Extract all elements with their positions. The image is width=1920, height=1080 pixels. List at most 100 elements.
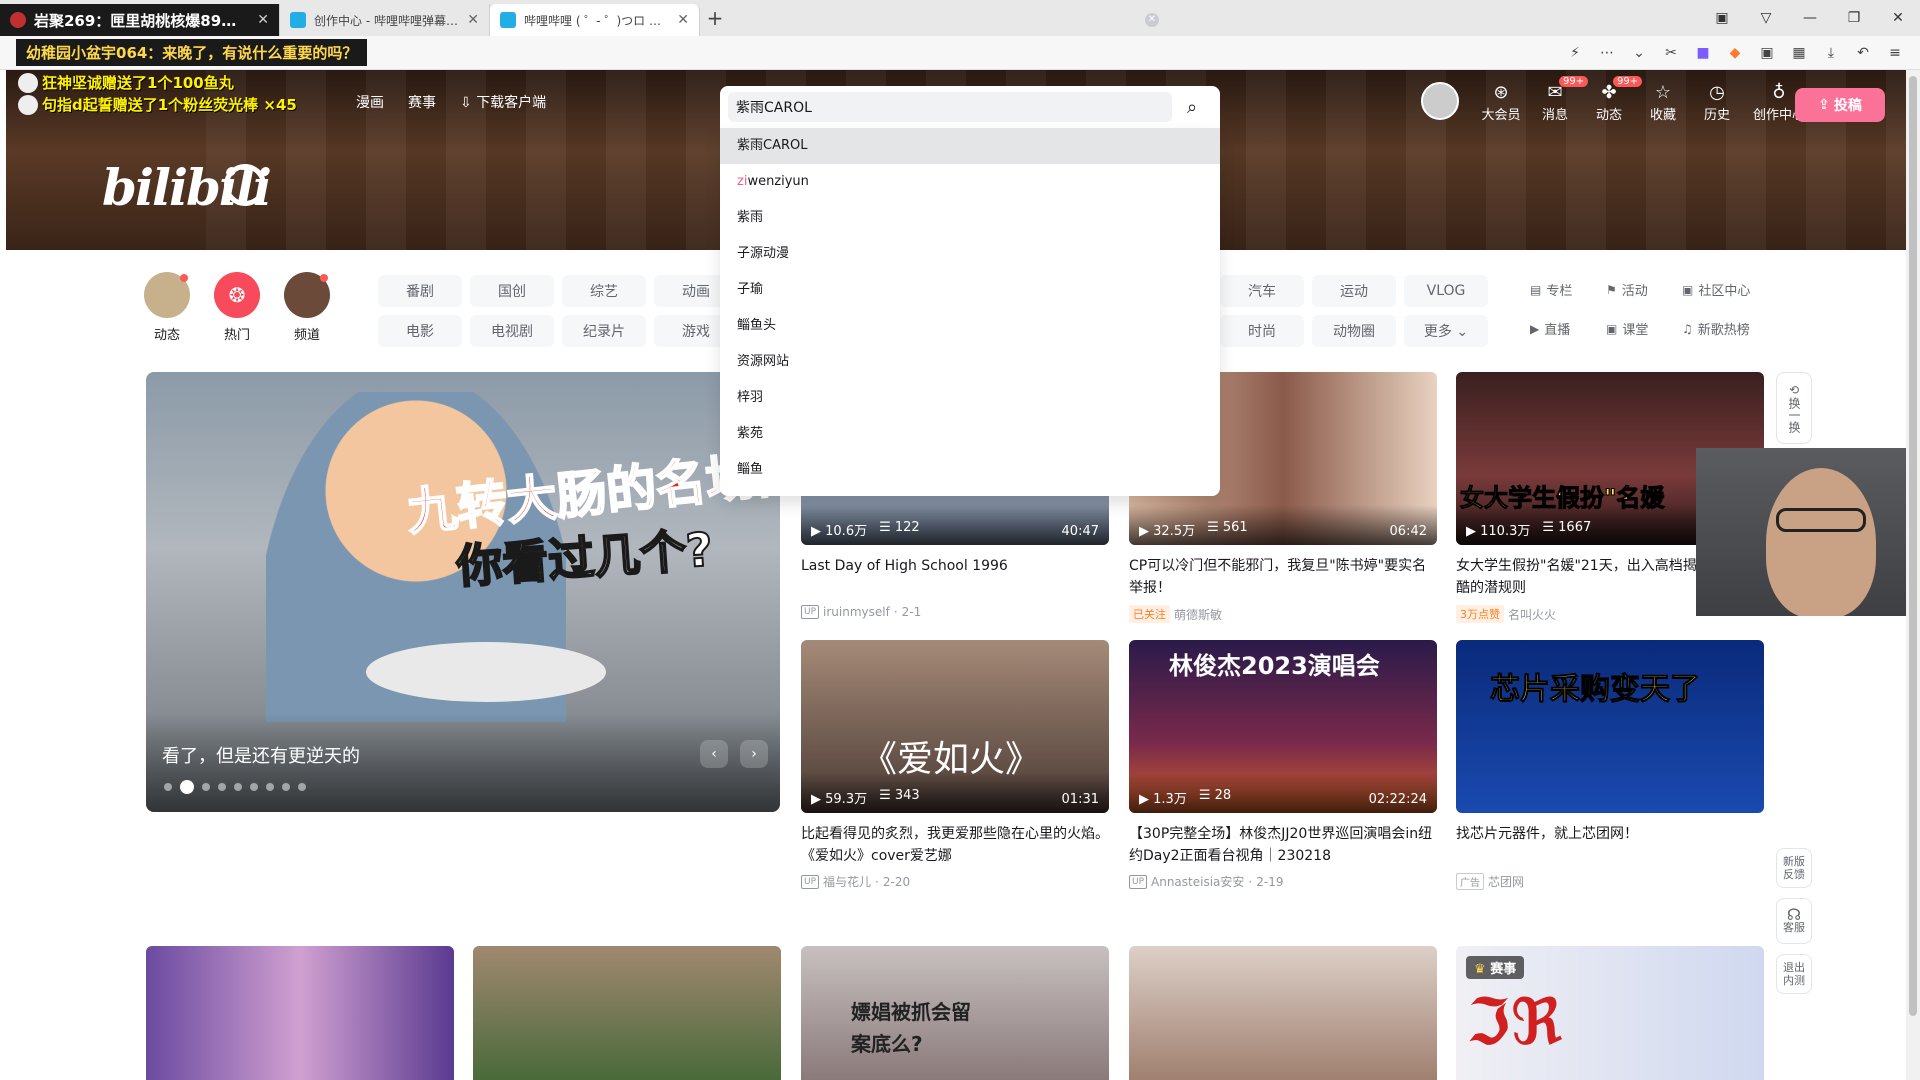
tab-bilibili-home[interactable]: 哔哩哔哩 ( ゜- ゜)つロ 干杯~-b ✕ [490, 4, 700, 36]
suggestion-item[interactable]: 梓羽 [720, 380, 1220, 416]
carousel-dot[interactable] [164, 783, 172, 791]
advertiser-name[interactable]: 芯团网 [1488, 873, 1524, 890]
suggestion-item[interactable]: 紫苑 [720, 416, 1220, 452]
close-window-button[interactable]: ✕ [1876, 10, 1920, 26]
restore-button[interactable]: ❐ [1832, 10, 1876, 26]
category-guochuang[interactable]: 国创 [470, 275, 554, 307]
carousel-dot[interactable] [282, 783, 290, 791]
quick-hot[interactable]: ❂ 热门 [214, 272, 260, 343]
shield-icon[interactable]: ▣ [1756, 42, 1778, 64]
video-thumbnail[interactable]: 嫖娼被抓会留案底么? [801, 946, 1109, 1080]
menu-icon[interactable]: ≡ [1884, 42, 1906, 64]
extension-icon[interactable]: ■ [1692, 42, 1714, 64]
upload-button[interactable]: ⇪ 投稿 [1795, 88, 1885, 122]
search-icon[interactable]: ⌕ [1172, 91, 1212, 123]
close-icon[interactable]: ✕ [467, 12, 479, 28]
uploader-name[interactable]: 名叫火火 [1508, 606, 1556, 623]
banner-carousel[interactable]: 九转大肠的名场面 你看过几个? 看了，但是还有更逆天的 ‹ › [146, 372, 780, 812]
video-title[interactable]: CP可以冷门但不能邪门，我复旦"陈书婷"要实名举报！ [1129, 555, 1437, 599]
chevron-left-icon[interactable]: ‹ [700, 740, 728, 768]
category-vlog[interactable]: VLOG [1404, 275, 1488, 307]
ad-card[interactable]: 芯片采购变天了 找芯片元器件，就上芯团网！ 广告 芯团网 [1456, 640, 1764, 890]
uploader-name[interactable]: iruinmyself [823, 605, 890, 619]
nav-manga[interactable]: 漫画 [356, 92, 384, 112]
video-thumbnail[interactable]: 林俊杰2023演唱会 ▶ 1.3万 ☰ 28 02:22:24 [1129, 640, 1437, 813]
tab-danmaku-overlay[interactable]: 岩聚269：匣里胡桃核爆89万了 ✕ [0, 4, 280, 36]
undo-icon[interactable]: ↶ [1852, 42, 1874, 64]
download-icon[interactable]: ⤓ [1820, 42, 1842, 64]
link-community[interactable]: ▣ 社区中心 [1682, 280, 1782, 300]
video-card[interactable]: 林俊杰2023演唱会 ▶ 1.3万 ☰ 28 02:22:24 【30P完整全场】… [1129, 640, 1437, 890]
category-bangumi[interactable]: 番剧 [378, 275, 462, 307]
uploader-name[interactable]: 福与花儿 [823, 873, 871, 890]
video-thumbnail[interactable] [146, 946, 454, 1080]
close-icon[interactable]: ✕ [257, 12, 269, 28]
scissors-icon[interactable]: ✂ [1660, 42, 1682, 64]
suggestion-item[interactable]: 鲻鱼 [720, 452, 1220, 488]
video-thumbnail[interactable]: 《爱如火》 ▶ 59.3万 ☰ 343 01:31 [801, 640, 1109, 813]
minimize-button[interactable]: — [1788, 10, 1832, 26]
window-count-icon[interactable]: ▣ [1700, 10, 1744, 26]
category-animal[interactable]: 动物圈 [1312, 315, 1396, 347]
uploader-name[interactable]: Annasteisia安安 [1151, 873, 1244, 890]
feedback-button[interactable]: 新版反馈 [1776, 848, 1812, 888]
link-live[interactable]: ▶ 直播 [1530, 319, 1606, 339]
carousel-dot[interactable] [250, 783, 258, 791]
more-icon[interactable]: ⋯ [1596, 42, 1618, 64]
video-title[interactable]: 比起看得见的炙烈，我更爱那些隐在心里的火焰。《爱如火》cover爱艺娜 [801, 823, 1109, 867]
link-class[interactable]: ▣ 课堂 [1606, 319, 1682, 339]
carousel-dot[interactable] [218, 783, 226, 791]
grid-icon[interactable]: ▦ [1788, 42, 1810, 64]
video-thumbnail[interactable] [1129, 946, 1437, 1080]
suggestion-item[interactable]: 资源网站 [720, 344, 1220, 380]
skin-icon[interactable]: ▽ [1744, 10, 1788, 26]
category-more[interactable]: 更多 ⌄ [1404, 315, 1488, 347]
nav-esports[interactable]: 赛事 [408, 92, 436, 112]
category-tv[interactable]: 电视剧 [470, 315, 554, 347]
carousel-dot[interactable] [202, 783, 210, 791]
quick-dynamic[interactable]: 动态 [144, 272, 190, 343]
carousel-dot[interactable] [180, 780, 194, 794]
link-article[interactable]: ▤ 专栏 [1530, 280, 1606, 300]
nav-download-client[interactable]: ⇩ 下载客户端 [460, 92, 546, 112]
ad-title[interactable]: 找芯片元器件，就上芯团网！ [1456, 823, 1764, 867]
carousel-title[interactable]: 看了，但是还有更逆天的 [162, 742, 360, 768]
page-scrollbar[interactable] [1906, 70, 1920, 1080]
scrollbar-thumb[interactable] [1909, 76, 1917, 1016]
new-tab-button[interactable]: + [700, 6, 730, 30]
tab-creator-center[interactable]: 创作中心 - 哔哩哔哩弹幕视频 ✕ [280, 4, 490, 36]
category-car[interactable]: 汽车 [1220, 275, 1304, 307]
link-activity[interactable]: ⚑ 活动 [1606, 280, 1682, 300]
customer-service-button[interactable]: ☊ 客服 [1776, 898, 1812, 944]
category-variety[interactable]: 综艺 [562, 275, 646, 307]
search-input[interactable] [728, 92, 1172, 122]
fox-icon[interactable]: ◆ [1724, 42, 1746, 64]
nav-vip[interactable]: ⊛ 大会员 [1481, 82, 1521, 123]
uploader-name[interactable]: 萌德斯敏 [1174, 606, 1222, 623]
video-card[interactable]: 《爱如火》 ▶ 59.3万 ☰ 343 01:31 比起看得见的炙烈，我更爱那些隐… [801, 640, 1109, 890]
suggestion-item[interactable]: 紫雨 [720, 200, 1220, 236]
carousel-dot[interactable] [266, 783, 274, 791]
video-title[interactable]: Last Day of High School 1996 [801, 555, 1109, 599]
video-thumbnail[interactable]: ♛ 赛事 ℑℜ [1456, 946, 1764, 1080]
close-icon[interactable]: ✕ [677, 12, 689, 28]
ad-thumbnail[interactable]: 芯片采购变天了 [1456, 640, 1764, 813]
suggestion-item[interactable]: 鲻鱼头 [720, 308, 1220, 344]
refresh-button[interactable]: ⟲ 换一换 [1776, 372, 1812, 444]
link-music-chart[interactable]: ♫ 新歌热榜 [1682, 319, 1782, 339]
nav-message[interactable]: ✉ 99+ 消息 [1535, 76, 1589, 123]
category-fashion[interactable]: 时尚 [1220, 315, 1304, 347]
nav-favorites[interactable]: ☆ 收藏 [1643, 82, 1683, 123]
quick-channel[interactable]: 频道 [284, 272, 330, 343]
suggestion-item[interactable]: 子源动漫 [720, 236, 1220, 272]
exit-beta-button[interactable]: 退出内测 [1776, 954, 1812, 994]
suggestion-item[interactable]: ziwenziyun [720, 164, 1220, 200]
suggestion-item[interactable]: 紫雨CAROL [720, 128, 1220, 164]
clear-icon[interactable]: ✕ [1145, 13, 1159, 27]
video-title[interactable]: 【30P完整全场】林俊杰JJ20世界巡回演唱会in纽约Day2正面看台视角｜23… [1129, 823, 1437, 867]
category-movie[interactable]: 电影 [378, 315, 462, 347]
category-sports[interactable]: 运动 [1312, 275, 1396, 307]
suggestion-item[interactable]: 子瑜 [720, 272, 1220, 308]
chevron-down-icon[interactable]: ⌄ [1628, 42, 1650, 64]
carousel-dot[interactable] [234, 783, 242, 791]
